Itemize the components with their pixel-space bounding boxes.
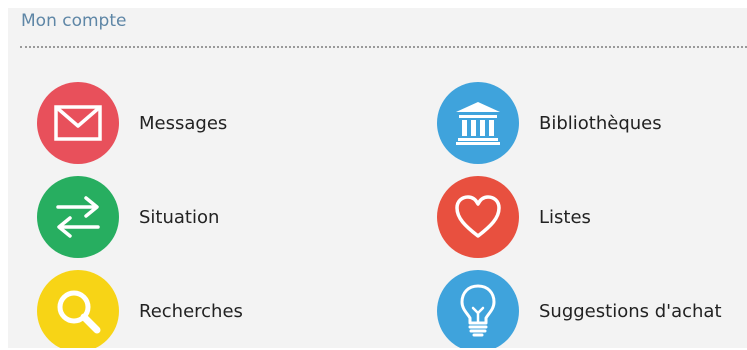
search-icon — [57, 290, 101, 334]
my-account-panel: Mon compte Messages Situation Recherches… — [8, 8, 747, 348]
tile-label-recherches: Recherches — [139, 300, 243, 322]
tile-messages[interactable]: Messages — [37, 82, 227, 164]
tile-label-situation: Situation — [139, 206, 220, 228]
situation-icon-circle — [37, 176, 119, 258]
bibliotheques-icon-circle — [437, 82, 519, 164]
listes-icon-circle — [437, 176, 519, 258]
tile-listes[interactable]: Listes — [437, 176, 591, 258]
lightbulb-icon — [460, 284, 496, 337]
tile-label-messages: Messages — [139, 112, 228, 134]
tile-label-listes: Listes — [539, 206, 591, 228]
library-building-icon — [456, 102, 500, 145]
tile-suggestions[interactable]: Suggestions d'achat — [437, 270, 722, 348]
tile-label-suggestions: Suggestions d'achat — [539, 300, 722, 322]
envelope-icon — [54, 105, 102, 141]
tile-bibliotheques[interactable]: Bibliothèques — [437, 82, 662, 164]
tile-situation[interactable]: Situation — [37, 176, 219, 258]
messages-icon-circle — [37, 82, 119, 164]
suggestions-icon-circle — [437, 270, 519, 348]
heart-icon — [455, 195, 501, 238]
recherches-icon-circle — [37, 270, 119, 348]
panel-title: Mon compte — [21, 11, 127, 31]
tile-label-bibliotheques: Bibliothèques — [539, 112, 662, 134]
tile-recherches[interactable]: Recherches — [37, 270, 243, 348]
dotted-divider — [20, 46, 747, 48]
exchange-arrows-icon — [56, 196, 100, 238]
